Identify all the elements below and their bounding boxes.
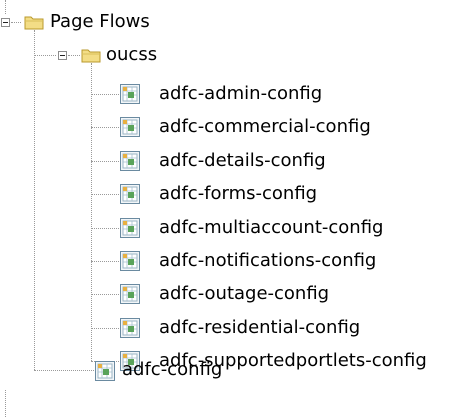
folder-icon xyxy=(24,16,44,30)
tree-line xyxy=(68,55,80,56)
tree-line xyxy=(91,194,119,195)
tree-line xyxy=(34,370,94,371)
tree-line xyxy=(34,55,56,56)
adfc-file-icon xyxy=(120,151,140,171)
tree-node-label[interactable]: adfc-outage-config xyxy=(159,283,329,305)
tree-node-label[interactable]: adfc-residential-config xyxy=(159,317,360,339)
adfc-file-icon xyxy=(120,318,140,338)
tree-line xyxy=(91,261,119,262)
tree-line xyxy=(91,328,119,329)
tree-line xyxy=(91,294,119,295)
adfc-file-icon xyxy=(120,218,140,238)
tree-node-label[interactable]: adfc-admin-config xyxy=(159,83,322,105)
tree-node-label[interactable]: adfc-commercial-config xyxy=(159,116,371,138)
tree-line xyxy=(5,390,6,417)
tree-line xyxy=(11,22,21,23)
collapse-toggle[interactable] xyxy=(58,51,67,60)
project-tree: Page Flows oucss adfc-admin-config adfc-c… xyxy=(0,0,451,417)
adfc-file-icon xyxy=(95,361,115,381)
adfc-file-icon xyxy=(120,284,140,304)
adfc-file-icon xyxy=(120,117,140,137)
tree-node-label[interactable]: adfc-notifications-config xyxy=(159,250,376,272)
tree-node-label[interactable]: adfc-forms-config xyxy=(159,183,317,205)
tree-line xyxy=(91,161,119,162)
tree-line xyxy=(34,30,35,370)
folder-icon xyxy=(81,49,101,63)
tree-line xyxy=(91,228,119,229)
tree-node-label[interactable]: oucss xyxy=(106,44,157,66)
adfc-file-icon xyxy=(120,184,140,204)
adfc-file-icon xyxy=(120,84,140,104)
tree-line xyxy=(91,127,119,128)
tree-line xyxy=(91,94,119,95)
tree-node-label[interactable]: adfc-details-config xyxy=(159,150,326,172)
collapse-toggle[interactable] xyxy=(1,18,10,27)
adfc-file-icon xyxy=(120,251,140,271)
tree-node-label[interactable]: adfc-config xyxy=(122,359,222,381)
tree-line xyxy=(91,63,92,361)
tree-line xyxy=(5,0,6,14)
tree-node-label[interactable]: adfc-multiaccount-config xyxy=(159,217,383,239)
tree-node-label[interactable]: Page Flows xyxy=(50,11,150,33)
